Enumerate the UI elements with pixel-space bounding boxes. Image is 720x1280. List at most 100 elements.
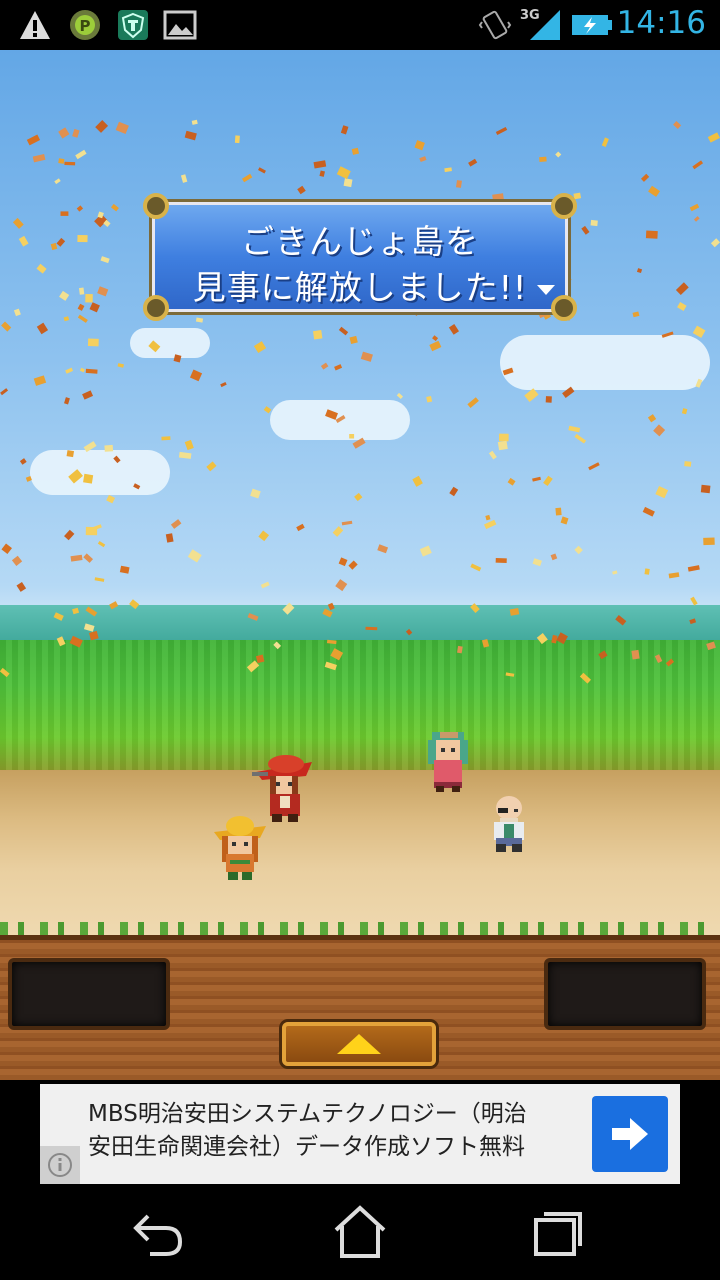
- confetti-piece: [64, 161, 76, 166]
- ad-text[interactable]: MBS明治安田システムテクノロジー（明治 安田生命関連会社）データ作成ソフト無料: [88, 1098, 608, 1164]
- character-yellow-hat-girl[interactable]: [212, 812, 268, 882]
- confetti-piece: [77, 234, 88, 243]
- ad-banner[interactable]: MBS明治安田システムテクノロジー（明治 安田生命関連会社）データ作成ソフト無料: [40, 1084, 680, 1184]
- confetti-piece: [539, 156, 547, 162]
- battery-charging-icon: [572, 15, 612, 35]
- confetti-piece: [250, 488, 261, 499]
- confetti-piece: [319, 170, 325, 177]
- confetti-piece: [532, 558, 542, 567]
- character-green-haired-girl[interactable]: [424, 730, 472, 792]
- confetti-piece: [82, 390, 94, 400]
- game-scene[interactable]: ごきんじょ島を 見事に解放しました!!: [0, 50, 720, 1080]
- confetti-piece: [180, 174, 188, 183]
- confetti-piece: [644, 568, 650, 575]
- shield-app-icon: [118, 10, 148, 40]
- confetti-piece: [449, 486, 459, 497]
- confetti-piece: [83, 553, 94, 563]
- confetti-piece: [70, 554, 83, 562]
- left-item-slot[interactable]: [8, 958, 170, 1030]
- confetti-piece: [33, 375, 47, 386]
- confetti-piece: [710, 238, 720, 248]
- confetti-piece: [414, 140, 425, 151]
- confetti-piece: [50, 242, 58, 251]
- confetti-piece: [488, 450, 497, 460]
- ad-text-line2: 安田生命関連会社）データ作成ソフト無料: [88, 1134, 525, 1160]
- confetti-piece: [419, 156, 427, 163]
- confetti-piece: [645, 230, 658, 239]
- confetti-piece: [647, 414, 657, 423]
- confetti-piece: [338, 557, 348, 567]
- confetti-piece: [692, 160, 704, 170]
- confetti-piece: [432, 335, 439, 342]
- dialog-continue-arrow-icon: [537, 285, 555, 295]
- confetti-piece: [574, 545, 583, 555]
- ad-info-button[interactable]: [40, 1146, 80, 1184]
- menu-expand-button[interactable]: [282, 1022, 436, 1066]
- ad-open-button[interactable]: [592, 1096, 668, 1172]
- confetti-piece: [117, 363, 124, 368]
- confetti-piece: [85, 526, 98, 536]
- confetti-piece: [532, 476, 541, 482]
- dialog-text-line1: ごきんじょ島を: [241, 222, 479, 261]
- image-icon: [163, 10, 197, 40]
- confetti-piece: [13, 308, 21, 317]
- status-bar: P 3G 14:16: [0, 0, 720, 50]
- confetti-piece: [253, 341, 267, 354]
- recents-icon[interactable]: [530, 1202, 590, 1262]
- confetti-piece: [588, 462, 600, 471]
- home-icon[interactable]: [330, 1202, 390, 1262]
- confetti-piece: [655, 485, 669, 499]
- back-icon[interactable]: [128, 1202, 188, 1262]
- confetti-piece: [19, 458, 27, 465]
- confetti-piece: [668, 572, 680, 579]
- confetti-piece: [641, 173, 650, 182]
- cloud: [270, 400, 410, 440]
- confetti-piece: [426, 395, 433, 403]
- confetti-piece: [495, 558, 507, 563]
- message-dialog[interactable]: ごきんじょ島を 見事に解放しました!!: [143, 193, 577, 321]
- confetti-piece: [242, 173, 253, 183]
- cloud: [500, 335, 710, 390]
- confetti-piece: [0, 388, 9, 396]
- right-item-slot[interactable]: [544, 958, 706, 1030]
- character-bald-eyepatch-man[interactable]: [486, 794, 532, 852]
- arrow-right-icon: [612, 1118, 648, 1150]
- confetti-piece: [184, 439, 194, 451]
- confetti-piece: [187, 549, 202, 563]
- confetti-piece: [94, 214, 108, 228]
- grass-field: [0, 640, 720, 770]
- confetti-piece: [85, 368, 98, 374]
- confetti-piece: [63, 316, 70, 322]
- confetti-piece: [12, 217, 24, 229]
- confetti-piece: [178, 451, 192, 459]
- confetti-piece: [354, 492, 363, 502]
- wooden-menu-panel: [0, 935, 720, 1080]
- confetti-piece: [161, 436, 171, 441]
- confetti-piece: [75, 149, 87, 160]
- confetti-piece: [59, 290, 70, 301]
- confetti-piece: [497, 440, 508, 451]
- confetti-piece: [77, 303, 85, 311]
- confetti-piece: [568, 425, 581, 433]
- info-icon: [48, 1153, 72, 1177]
- warning-icon: [20, 11, 50, 39]
- background-hills: [0, 605, 720, 645]
- confetti-piece: [349, 335, 358, 345]
- dialog-text-line2: 見事に解放しました!!: [192, 268, 528, 307]
- confetti-piece: [79, 287, 85, 295]
- confetti-piece: [681, 408, 688, 415]
- confetti-piece: [377, 544, 389, 554]
- confetti-piece: [498, 433, 509, 442]
- confetti-piece: [429, 340, 442, 352]
- confetti-piece: [448, 324, 460, 335]
- confetti-piece: [485, 514, 491, 521]
- confetti-piece: [297, 185, 306, 195]
- confetti-piece: [687, 565, 700, 572]
- grass-tufts: [0, 922, 720, 936]
- confetti-piece: [675, 282, 689, 296]
- confetti-piece: [412, 475, 423, 487]
- confetti-piece: [72, 128, 80, 138]
- confetti-piece: [632, 311, 640, 318]
- confetti-piece: [495, 126, 508, 135]
- confetti-piece: [555, 507, 562, 516]
